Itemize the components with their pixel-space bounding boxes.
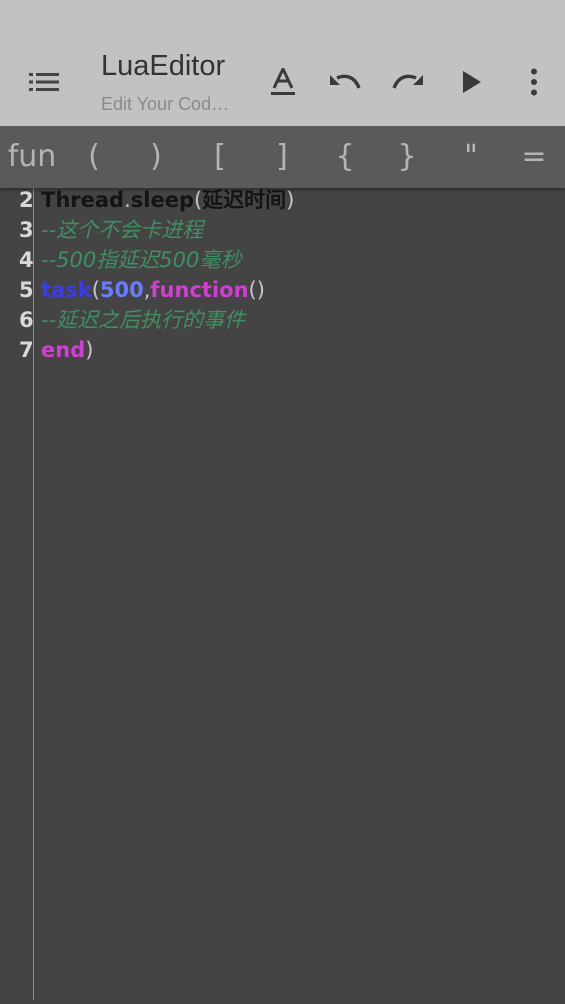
- code-text: end): [41, 335, 93, 365]
- symbol-open-brace-button[interactable]: {: [325, 126, 365, 188]
- symbol-close-brace-button[interactable]: }: [387, 126, 427, 188]
- code-token: ): [85, 338, 94, 362]
- line-number: 5: [19, 278, 34, 302]
- app-title: LuaEditor: [101, 50, 226, 82]
- symbol-equals-button[interactable]: =: [514, 126, 554, 188]
- code-token: ): [286, 188, 295, 212]
- undo-icon[interactable]: [321, 58, 369, 106]
- code-editor[interactable]: 2 Thread.sleep(延迟时间) 3 --这个不会卡进程 4 --500…: [0, 188, 565, 1004]
- code-token: function: [150, 278, 249, 302]
- symbol-open-bracket-button[interactable]: [: [200, 126, 240, 188]
- code-token: task: [41, 278, 92, 302]
- symbol-close-bracket-button[interactable]: ]: [262, 126, 302, 188]
- line-number: 6: [19, 308, 34, 332]
- line-number: 4: [19, 248, 34, 272]
- symbol-close-paren-button[interactable]: ): [136, 126, 176, 188]
- code-token: end: [41, 338, 86, 362]
- app-subtitle: Edit Your Cod…: [101, 94, 230, 114]
- code-token: sleep: [130, 188, 194, 212]
- menu-icon[interactable]: [20, 58, 68, 106]
- line-number: 3: [19, 218, 34, 242]
- code-comment: --这个不会卡进程: [41, 218, 204, 242]
- code-token: 延迟时间: [202, 188, 287, 212]
- app-bar: LuaEditor Edit Your Cod…: [0, 0, 565, 126]
- line-number: 7: [19, 338, 34, 362]
- symbol-open-paren-button[interactable]: (: [74, 126, 114, 188]
- code-text: --500指延迟500毫秒: [41, 245, 241, 275]
- code-text: --延迟之后执行的事件: [41, 305, 245, 335]
- more-vert-icon[interactable]: [510, 58, 558, 106]
- lua-editor-app: LuaEditor Edit Your Cod… fun () [] {}…: [0, 0, 565, 1004]
- code-text: Thread.sleep(延迟时间): [41, 188, 294, 215]
- code-text: --这个不会卡进程: [41, 215, 203, 245]
- code-token: Thread: [41, 188, 125, 212]
- symbol-quote-button[interactable]: ": [451, 126, 491, 188]
- code-text: task(500,function(): [41, 275, 265, 305]
- symbol-fun-button[interactable]: fun: [4, 126, 60, 188]
- line-number: 2: [19, 188, 34, 212]
- play-icon[interactable]: [448, 58, 496, 106]
- code-token: 500: [99, 278, 144, 302]
- symbol-bar: fun ( ) [ ] { } " =: [0, 126, 565, 188]
- code-comment: --500指延迟500毫秒: [41, 248, 242, 272]
- code-token: (: [91, 278, 100, 302]
- code-comment: --延迟之后执行的事件: [41, 308, 246, 332]
- code-token: (): [248, 278, 265, 302]
- code-token: .: [124, 188, 131, 212]
- redo-icon[interactable]: [384, 58, 432, 106]
- code-token: (: [193, 188, 203, 212]
- format-font-icon[interactable]: [259, 58, 307, 106]
